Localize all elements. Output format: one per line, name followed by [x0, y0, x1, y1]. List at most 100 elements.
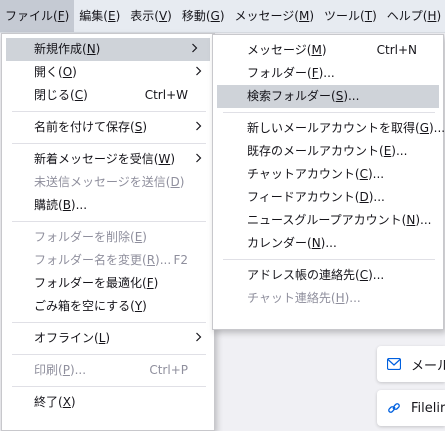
label-tail: )	[142, 120, 147, 134]
label-tail: )...	[415, 213, 432, 227]
label-tail: )	[142, 230, 147, 244]
label-tail: )...	[155, 253, 172, 267]
label-text: メッセージ(	[247, 43, 312, 57]
file-menu-item-12[interactable]: フォルダーを最適化(F)	[2, 272, 214, 295]
file-menu-item-17: 印刷(P)... Ctrl+P	[2, 359, 214, 382]
access-key: C	[359, 268, 369, 282]
email-setup-card[interactable]: メール	[377, 346, 445, 382]
label-text: ファイル(	[5, 9, 58, 23]
label-tail: )...	[429, 121, 445, 135]
new-submenu-item-7[interactable]: フィードアカウント(D)...	[213, 186, 443, 209]
file-menu-item-8[interactable]: 購読(B)...	[2, 194, 214, 217]
access-key: D	[170, 175, 180, 189]
menu-separator	[12, 322, 206, 323]
access-key: M	[311, 43, 322, 57]
label-tail: )	[167, 9, 172, 23]
label-text: チャット連絡先(	[247, 291, 336, 305]
shortcut-label: Ctrl+N	[376, 43, 417, 57]
label-tail: )...	[343, 89, 360, 103]
access-key: F	[57, 9, 65, 23]
file-menu-item-1[interactable]: 開く(O)	[2, 61, 214, 84]
menubar-item-6[interactable]: ヘルプ(H)	[382, 0, 445, 32]
shortcut-label: Ctrl+P	[149, 363, 188, 377]
access-key: N	[86, 42, 96, 56]
label-tail: )	[219, 9, 225, 23]
filelink-card[interactable]: Filelir	[377, 390, 445, 426]
label-tail: )	[170, 152, 176, 166]
access-key: F	[146, 276, 154, 290]
menubar-item-4[interactable]: メッセージ(M)	[230, 0, 320, 32]
chevron-right-icon	[191, 38, 198, 61]
access-key: V	[158, 9, 168, 23]
label-text: 名前を付けて保存(	[34, 120, 135, 134]
file-menu-item-2[interactable]: 閉じる(C) Ctrl+W	[2, 84, 214, 107]
link-icon	[387, 400, 401, 416]
label-tail: )...	[368, 268, 385, 282]
label-tail: )	[105, 331, 111, 345]
file-menu-item-15[interactable]: オフライン(L)	[2, 327, 214, 350]
label-text: フォルダーを削除(	[34, 230, 135, 244]
new-submenu-item-9[interactable]: カレンダー(N)...	[213, 232, 443, 255]
access-key: T	[364, 9, 373, 23]
file-menu-item-4[interactable]: 名前を付けて保存(S)	[2, 116, 214, 139]
new-submenu-item-8[interactable]: ニュースグループアカウント(N)...	[213, 209, 443, 232]
new-submenu-item-1[interactable]: フォルダー(F)...	[213, 62, 443, 85]
label-text: 終了(	[34, 395, 63, 409]
menu-separator	[12, 386, 206, 387]
access-key: M	[298, 9, 310, 23]
filelink-card-label: Filelir	[411, 400, 445, 416]
label-tail: )...	[320, 236, 337, 250]
file-menu: 新規作成(N) 開く(O) 閉じる(C) Ctrl+W 名前を付けて保存(S) 新着メッセ…	[1, 33, 215, 431]
access-key: D	[359, 190, 369, 204]
label-tail: )	[70, 395, 76, 409]
new-submenu-item-4[interactable]: 新しいメールアカウントを取得(G)...	[213, 117, 445, 140]
mail-icon	[387, 356, 401, 372]
new-submenu-item-2[interactable]: 検索フォルダー(S)...	[217, 85, 439, 108]
file-menu-item-0[interactable]: 新規作成(N)	[6, 38, 210, 61]
file-menu-item-7: 未送信メッセージを送信(D)	[2, 171, 214, 194]
label-text: 閉じる(	[34, 88, 75, 102]
menu-separator	[12, 221, 206, 222]
menubar-item-1[interactable]: 編集(E)	[74, 0, 125, 32]
label-text: アドレス帳の連絡先(	[247, 268, 360, 282]
new-submenu-item-0[interactable]: メッセージ(M) Ctrl+N	[213, 39, 443, 62]
label-text: フォルダーを最適化(	[34, 276, 147, 290]
menu-separator	[223, 112, 435, 113]
file-menu-item-13[interactable]: ごみ箱を空にする(Y)	[2, 295, 214, 318]
file-menu-item-11: フォルダー名を変更(R)... F2	[2, 249, 214, 272]
label-text: 既存のメールアカウント(	[247, 144, 384, 158]
menubar-item-3[interactable]: 移動(G)	[177, 0, 230, 32]
label-text: ツール(	[324, 9, 365, 23]
email-card-label: メール	[411, 358, 445, 374]
label-text: 移動(	[181, 9, 211, 23]
label-tail: )...	[391, 144, 408, 158]
label-tail: )	[179, 175, 185, 189]
new-submenu-item-6[interactable]: チャットアカウント(C)...	[213, 163, 443, 186]
label-text: 表示(	[130, 9, 159, 23]
label-text: ごみ箱を空にする(	[34, 299, 135, 313]
access-key: C	[74, 88, 84, 102]
chevron-right-icon	[195, 116, 202, 139]
access-key: N	[311, 236, 321, 250]
access-key: C	[359, 167, 368, 181]
menubar-item-5[interactable]: ツール(T)	[319, 0, 382, 32]
label-text: 開く(	[34, 65, 63, 79]
access-key: B	[62, 198, 71, 212]
menu-separator	[12, 111, 206, 112]
chevron-right-icon	[195, 61, 202, 84]
access-key: R	[146, 253, 156, 267]
label-text: 新しいメールアカウントを取得(	[247, 121, 420, 135]
label-text: フォルダー名を変更(	[34, 253, 147, 267]
menubar-item-2[interactable]: 表示(V)	[125, 0, 177, 32]
access-key: E	[107, 9, 116, 23]
file-menu-item-19[interactable]: 終了(X)	[2, 391, 214, 414]
new-submenu-item-5[interactable]: 既存のメールアカウント(E)...	[213, 140, 443, 163]
new-submenu-item-11[interactable]: アドレス帳の連絡先(C)...	[213, 264, 443, 287]
shortcut-label: Ctrl+W	[144, 88, 188, 102]
access-key: F	[311, 66, 319, 80]
file-menu-item-6[interactable]: 新着メッセージを受信(W)	[2, 148, 214, 171]
label-tail: )	[372, 9, 377, 23]
new-submenu-item-12: チャット連絡先(H)...	[213, 287, 443, 310]
menubar-item-0[interactable]: ファイル(F)	[0, 0, 75, 32]
menu-bar: ファイル(F) 編集(E) 表示(V) 移動(G) メッセージ(M) ツール(T) ヘルプ(…	[0, 0, 445, 33]
